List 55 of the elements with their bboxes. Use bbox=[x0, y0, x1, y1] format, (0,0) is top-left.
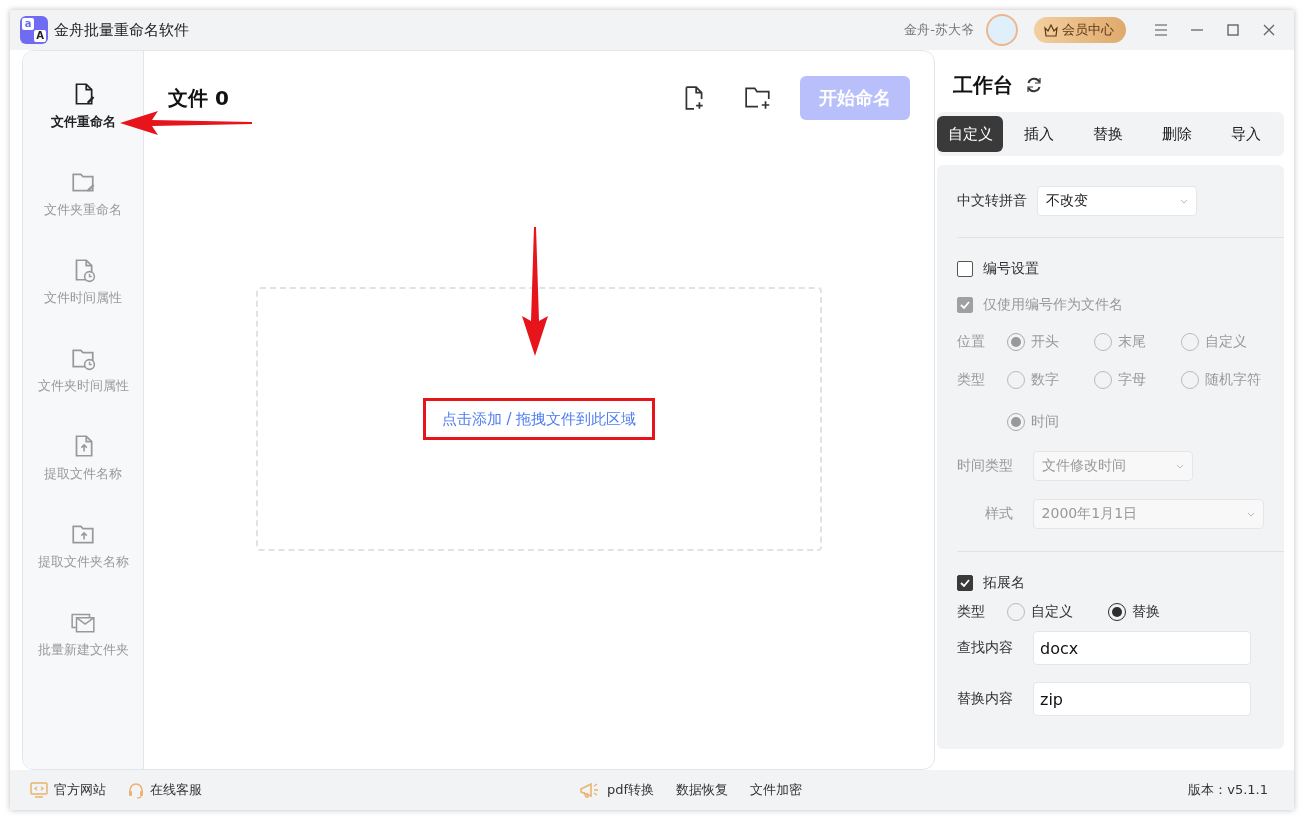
field-label: 中文转拼音 bbox=[957, 192, 1027, 210]
status-link[interactable]: 官方网站 bbox=[54, 781, 106, 799]
headset-icon bbox=[128, 781, 144, 799]
megaphone-icon bbox=[579, 781, 601, 799]
field-label: 位置 bbox=[957, 333, 985, 351]
status-link[interactable]: 在线客服 bbox=[150, 781, 202, 799]
field-label: 样式 bbox=[983, 505, 1013, 523]
checkbox-label: 编号设置 bbox=[983, 260, 1039, 278]
tab[interactable]: 删除 bbox=[1144, 116, 1210, 152]
drop-zone-hint[interactable]: 点击添加 / 拖拽文件到此区域 bbox=[441, 410, 637, 428]
radio-label: 替换 bbox=[1132, 603, 1160, 621]
sidebar-item[interactable]: 文件重命名 bbox=[23, 81, 143, 169]
field-label: 替换内容 bbox=[957, 690, 1013, 708]
tab[interactable]: 导入 bbox=[1213, 116, 1279, 152]
member-center-button[interactable]: 会员中心 bbox=[1034, 17, 1126, 43]
checkbox[interactable] bbox=[957, 261, 973, 277]
radio-label: 自定义 bbox=[1205, 333, 1247, 351]
field-label: 类型 bbox=[957, 371, 985, 389]
check-icon bbox=[960, 301, 970, 309]
files-title: 文件 0 bbox=[168, 84, 230, 112]
tab[interactable]: 替换 bbox=[1075, 116, 1141, 152]
avatar[interactable] bbox=[986, 14, 1018, 46]
refresh-icon[interactable] bbox=[1025, 76, 1043, 94]
workbench-title: 工作台 bbox=[953, 71, 1013, 99]
radio-label: 自定义 bbox=[1031, 603, 1073, 621]
version-label: 版本：v5.1.1 bbox=[1188, 781, 1268, 799]
user-name: 金舟-苏大爷 bbox=[904, 21, 974, 39]
checkbox[interactable] bbox=[957, 575, 973, 591]
radio-label: 字母 bbox=[1118, 371, 1146, 389]
radio-label: 随机字符 bbox=[1205, 371, 1261, 389]
checkbox-label: 拓展名 bbox=[983, 574, 1025, 592]
find-input-field[interactable]: docx bbox=[1033, 631, 1251, 665]
status-link[interactable]: pdf转换 bbox=[607, 781, 655, 799]
window-title: 金舟批量重命名软件 bbox=[54, 20, 189, 40]
pinyin-dropdown[interactable]: 不改变 bbox=[1037, 186, 1197, 216]
replace-input-field[interactable]: zip bbox=[1033, 682, 1251, 716]
crown-icon bbox=[1044, 23, 1058, 37]
caret-icon bbox=[1247, 511, 1255, 517]
radio-label: 末尾 bbox=[1118, 333, 1146, 351]
tab[interactable]: 插入 bbox=[1006, 116, 1072, 152]
field-label: 查找内容 bbox=[957, 639, 1013, 657]
radio-label: 数字 bbox=[1031, 371, 1059, 389]
status-link[interactable]: 数据恢复 bbox=[676, 781, 729, 799]
caret-icon bbox=[1176, 463, 1184, 469]
app-logo: a A bbox=[20, 16, 48, 44]
checkbox-label: 仅使用编号作为文件名 bbox=[983, 296, 1123, 314]
monitor-icon bbox=[30, 782, 48, 798]
radio-label: 开头 bbox=[1031, 333, 1059, 351]
tab[interactable]: 自定义 bbox=[937, 116, 1003, 152]
check-icon bbox=[960, 579, 970, 587]
status-link[interactable]: 文件加密 bbox=[750, 781, 803, 799]
radio-label: 时间 bbox=[1031, 413, 1059, 431]
caret-icon bbox=[1180, 198, 1188, 204]
field-label: 时间类型 bbox=[957, 457, 1013, 475]
field-label: 类型 bbox=[957, 603, 985, 621]
